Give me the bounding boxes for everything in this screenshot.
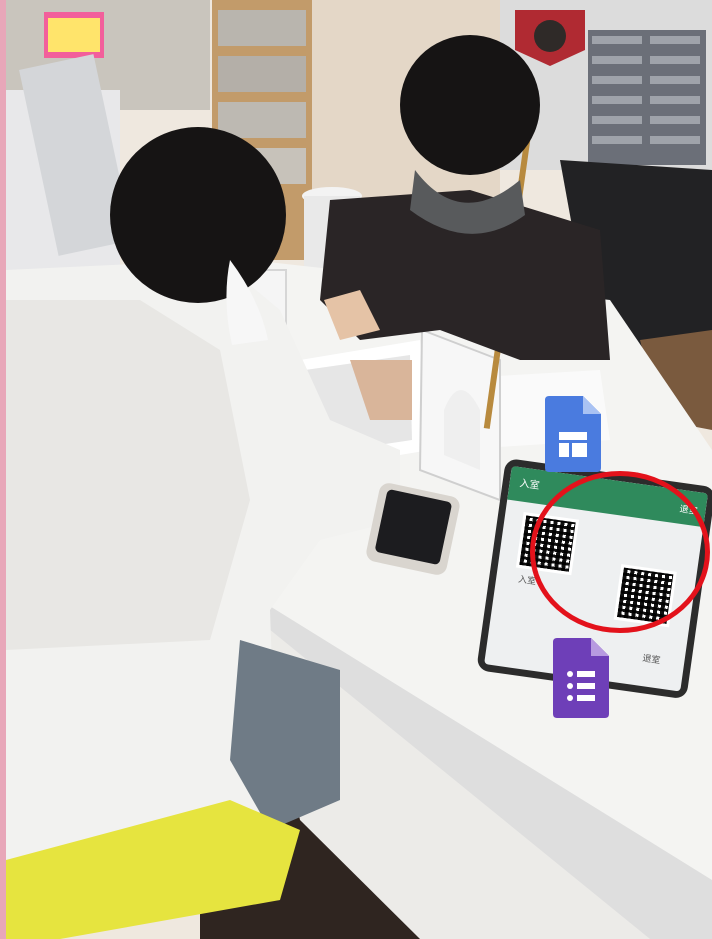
- enter-header-label: 入室: [518, 478, 541, 492]
- smartphone-screen: [374, 488, 453, 566]
- exit-caption: 退室: [641, 653, 661, 667]
- google-forms-icon: [553, 638, 609, 718]
- smartphone: [364, 481, 462, 577]
- photo: 入室 退室 入室 退室: [0, 0, 712, 939]
- office-scene: [0, 0, 712, 939]
- google-sites-icon: [545, 396, 601, 472]
- highlight-circle: [530, 471, 710, 633]
